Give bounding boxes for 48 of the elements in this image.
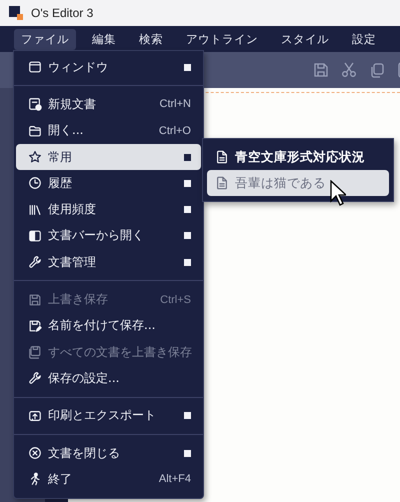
books-icon (28, 202, 42, 217)
mouse-pointer-icon (330, 180, 346, 206)
menu-item[interactable]: 文書を閉じる (16, 440, 201, 466)
menu-item[interactable]: スタイル (274, 28, 336, 50)
menu-item[interactable]: 名前を付けて保存... (16, 312, 201, 339)
menu-item[interactable]: 保存の設定... (16, 365, 201, 392)
menu-item[interactable]: 検索 (132, 28, 170, 50)
export-icon (28, 408, 42, 423)
save-icon[interactable] (313, 62, 329, 78)
shortcut-label: Alt+F4 (158, 473, 191, 486)
menu-item[interactable]: アウトライン (179, 28, 265, 50)
menu-item[interactable]: 開く... Ctrl+O (16, 118, 201, 144)
panel-icon (28, 228, 42, 243)
wrench-icon (28, 255, 42, 270)
shortcut-label: Ctrl+O (158, 124, 191, 137)
shortcut-label: Ctrl+N (160, 98, 191, 110)
menu-item[interactable]: 終了 Alt+F4 (16, 466, 201, 492)
close-icon (28, 446, 42, 460)
menu-item[interactable]: ファイル (14, 28, 76, 50)
menu-item[interactable]: 吾輩は猫である (207, 170, 389, 196)
menu-item[interactable]: 新規文書 Ctrl+N (16, 91, 201, 118)
menu-item[interactable]: 常用 (16, 144, 201, 170)
wrench-icon (28, 371, 42, 386)
save-all-icon (28, 345, 42, 360)
document-icon (215, 150, 229, 164)
menu-item[interactable]: 履歴 (16, 170, 201, 196)
app-icon (9, 6, 23, 20)
save-edit-icon (28, 318, 42, 333)
menu-item[interactable]: 文書管理 (16, 249, 201, 276)
window-icon (28, 60, 42, 74)
menu-item[interactable]: 設定 (345, 28, 383, 50)
menu-item[interactable]: ウィンドウ (16, 54, 201, 80)
document-icon (215, 176, 229, 190)
window-title: O's Editor 3 (31, 6, 94, 20)
clock-icon (28, 176, 42, 190)
folder-icon (28, 124, 42, 138)
new-document-icon (28, 97, 42, 112)
shortcut-label: Ctrl+S (160, 294, 191, 306)
save-icon (28, 292, 42, 307)
menu-item[interactable]: 文書バーから開く (16, 222, 201, 250)
scissors-icon[interactable] (341, 62, 357, 78)
menu-item[interactable]: 印刷とエクスポート (16, 402, 201, 429)
menu-item[interactable]: 使用頻度 (16, 196, 201, 223)
copy-icon[interactable] (369, 62, 385, 78)
menu-item[interactable]: 青空文庫形式対応状況 (207, 144, 389, 170)
star-icon (28, 150, 42, 164)
running-figure-icon (28, 472, 42, 486)
menu-item[interactable]: 編集 (85, 28, 123, 50)
